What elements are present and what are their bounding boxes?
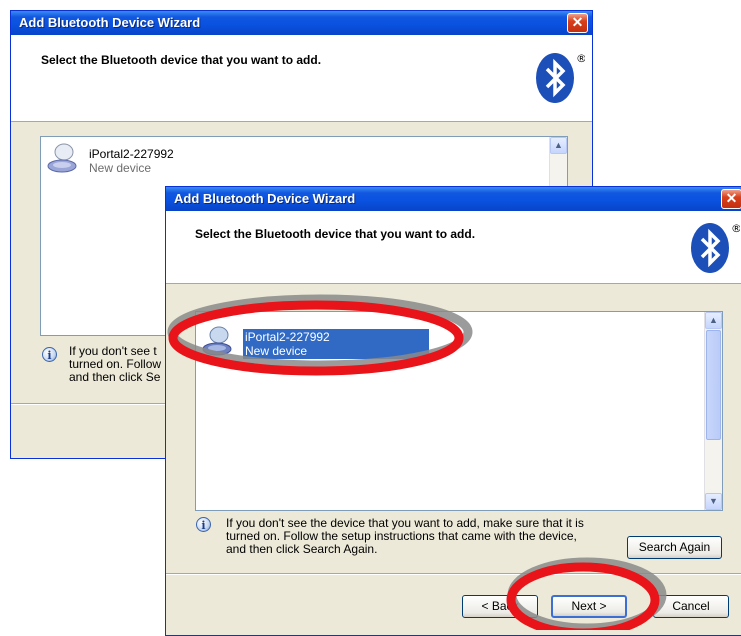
info-icon: i [42, 347, 57, 362]
svg-text:®: ® [731, 222, 740, 235]
search-again-button[interactable]: Search Again [627, 536, 722, 559]
back-header-panel: Select the Bluetooth device that you wan… [11, 35, 592, 122]
front-device-name: iPortal2-227992 [245, 330, 330, 344]
front-header-title: Select the Bluetooth device that you wan… [195, 227, 476, 241]
info-icon: i [196, 517, 211, 532]
back-close-button[interactable]: ✕ [567, 13, 588, 33]
svg-text:®: ® [576, 52, 585, 65]
bluetooth-logo-icon: ® [691, 222, 740, 273]
front-info-text: If you don't see the device that you wan… [226, 516, 584, 556]
front-header-panel: Select the Bluetooth device that you wan… [166, 211, 741, 284]
bluetooth-logo-icon: ® [536, 52, 585, 103]
selected-device-item[interactable]: iPortal2-227992 New device [243, 329, 429, 359]
back-info-text: If you don't see t turned on. Follow and… [69, 344, 162, 384]
front-list-scrollbar[interactable]: ▲ ▼ [704, 312, 722, 510]
back-window-titlebar[interactable]: Add Bluetooth Device Wizard [11, 11, 592, 35]
front-device-status: New device [245, 344, 308, 358]
device-icon [47, 143, 77, 173]
cancel-button[interactable]: Cancel [653, 595, 729, 618]
front-window-title: Add Bluetooth Device Wizard [174, 191, 356, 206]
device-icon [202, 326, 232, 356]
next-button[interactable]: Next > [551, 595, 627, 618]
front-close-button[interactable]: ✕ [721, 189, 741, 209]
back-window-title: Add Bluetooth Device Wizard [19, 15, 201, 30]
scroll-up-button[interactable]: ▲ [705, 312, 722, 329]
back-header-title: Select the Bluetooth device that you wan… [41, 53, 322, 67]
front-window-titlebar[interactable]: Add Bluetooth Device Wizard [166, 187, 741, 211]
scroll-up-button[interactable]: ▲ [550, 137, 567, 154]
back-device-name: iPortal2-227992 [89, 147, 174, 161]
scroll-thumb[interactable] [706, 330, 721, 440]
back-button[interactable]: < Back [462, 595, 538, 618]
front-wizard-window: Add Bluetooth Device Wizard ✕ Select the… [165, 186, 741, 636]
front-separator [166, 573, 741, 575]
scroll-down-button[interactable]: ▼ [705, 493, 722, 510]
front-device-list[interactable]: iPortal2-227992 New device ▲ ▼ [195, 311, 723, 511]
back-device-status: New device [89, 161, 152, 175]
